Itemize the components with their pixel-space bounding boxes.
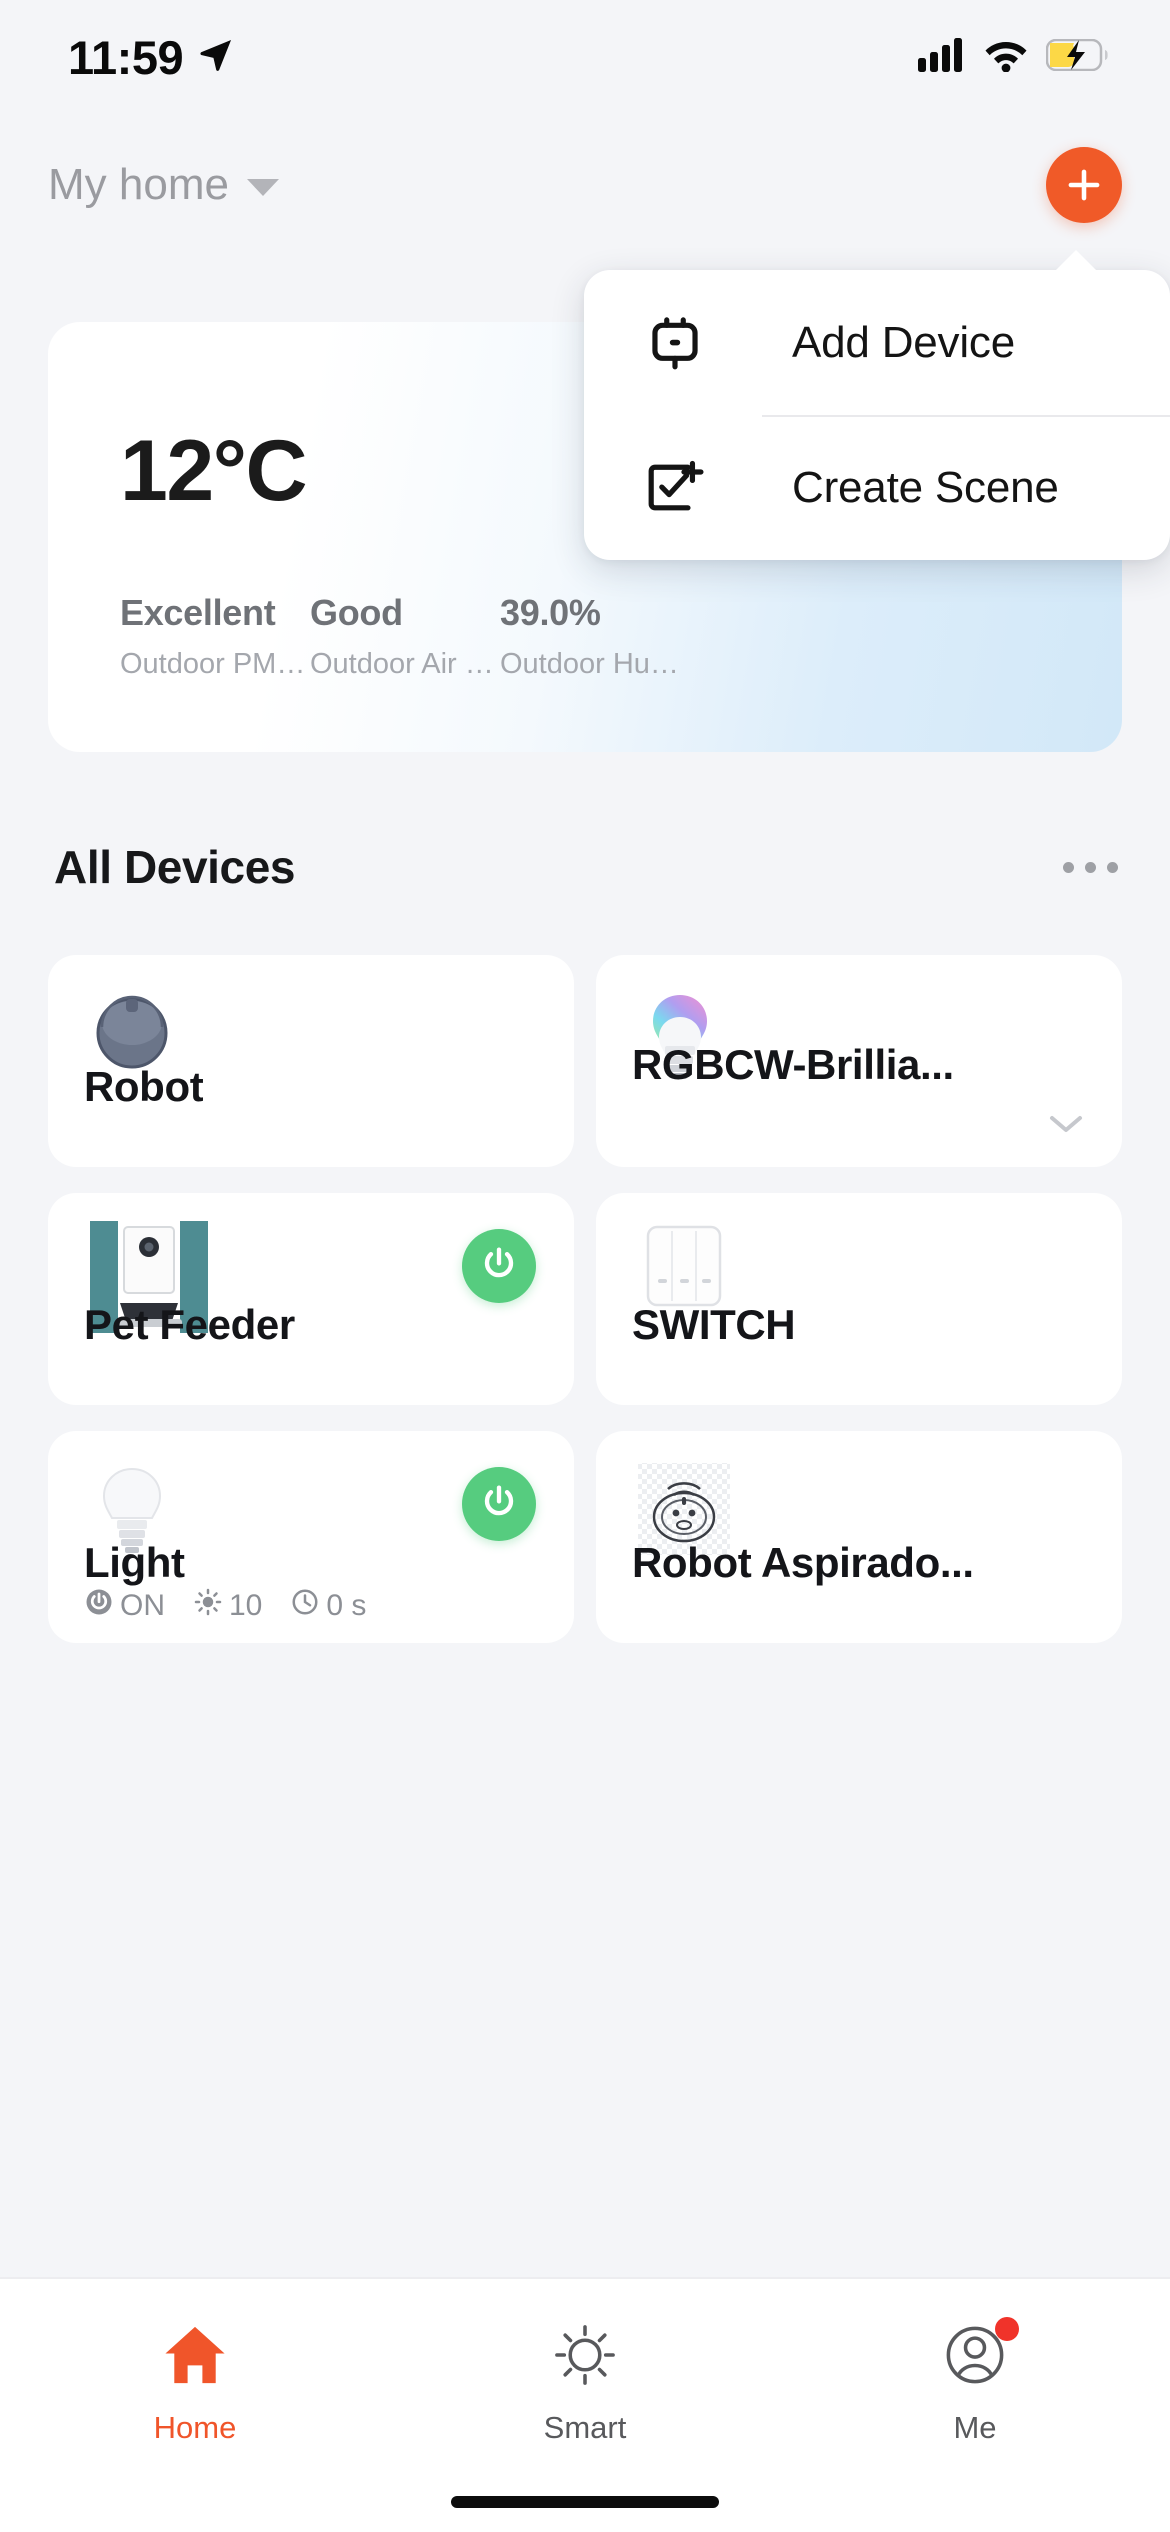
device-card-switch[interactable]: SWITCH xyxy=(596,1193,1122,1405)
weather-stat-label: Outdoor Humid... xyxy=(500,648,690,680)
status-brightness: 10 xyxy=(193,1587,262,1625)
weather-stat-value: 39.0% xyxy=(500,592,601,633)
devices-section-header: All Devices xyxy=(0,840,1170,894)
status-bar: 11:59 xyxy=(0,0,1170,115)
add-device-icon xyxy=(642,310,716,376)
device-grid: Robot RGBCW-Brillia... Pet Feeder SWITCH… xyxy=(48,955,1122,1643)
notification-badge xyxy=(995,2317,1019,2341)
status-bar-clock: 11:59 xyxy=(68,31,184,84)
menu-divider xyxy=(762,415,1170,417)
device-card-light[interactable]: Light ON 10 0 s xyxy=(48,1431,574,1643)
timer-icon xyxy=(290,1587,320,1625)
tab-label: Smart xyxy=(543,2410,627,2445)
weather-stat-label: Outdoor PM2.5 xyxy=(120,648,310,680)
status-brightness-text: 10 xyxy=(229,1589,263,1622)
device-name: Robot xyxy=(84,1063,204,1110)
device-name: SWITCH xyxy=(632,1301,796,1348)
device-name: Robot Aspirado... xyxy=(632,1539,974,1586)
menu-item-label: Create Scene xyxy=(792,462,1059,512)
wifi-icon xyxy=(983,38,1029,77)
more-horizontal-icon[interactable] xyxy=(1063,861,1118,873)
power-toggle-button[interactable] xyxy=(462,1229,536,1303)
device-name: Light xyxy=(84,1539,185,1586)
power-icon xyxy=(84,1587,114,1625)
chevron-down-icon xyxy=(246,178,279,196)
status-bar-time-group: 11:59 xyxy=(68,30,235,85)
weather-temperature: 12°C xyxy=(120,423,308,519)
tab-label: Home xyxy=(153,2410,237,2445)
home-name-label: My home xyxy=(48,160,229,209)
weather-stat-label: Outdoor Air Qu... xyxy=(310,648,500,680)
status-timer-text: 0 s xyxy=(326,1589,367,1622)
device-card-robot[interactable]: Robot xyxy=(48,955,574,1167)
home-icon xyxy=(159,2321,231,2394)
create-scene-icon xyxy=(642,455,716,521)
power-icon xyxy=(479,1244,519,1289)
device-card-rgbcw[interactable]: RGBCW-Brillia... xyxy=(596,955,1122,1167)
device-card-pet-feeder[interactable]: Pet Feeder xyxy=(48,1193,574,1405)
tab-home[interactable]: Home xyxy=(0,2321,390,2446)
plus-icon xyxy=(1063,164,1105,206)
menu-item-add-device[interactable]: Add Device xyxy=(584,270,1170,415)
weather-stat[interactable]: Excellent Outdoor PM2.5 xyxy=(120,592,310,681)
device-name: Pet Feeder xyxy=(84,1301,295,1348)
weather-stats-row: Excellent Outdoor PM2.5 Good Outdoor Air… xyxy=(120,592,1082,681)
weather-stat[interactable]: 39.0% Outdoor Humid... xyxy=(500,592,690,681)
page-title: All Devices xyxy=(54,841,296,893)
power-icon xyxy=(479,1482,519,1527)
tab-label: Me xyxy=(953,2410,997,2445)
bottom-tab-bar: Home Smart Me xyxy=(0,2277,1170,2532)
weather-stat-value: Excellent xyxy=(120,592,276,633)
add-button[interactable] xyxy=(1046,147,1122,223)
location-arrow-icon xyxy=(197,30,235,85)
device-card-robot-aspirador[interactable]: Robot Aspirado... xyxy=(596,1431,1122,1643)
app-header: My home xyxy=(0,140,1170,230)
battery-charging-icon xyxy=(1045,38,1108,76)
status-power-text: ON xyxy=(120,1589,165,1622)
status-power: ON xyxy=(84,1587,165,1625)
home-selector[interactable]: My home xyxy=(48,160,279,210)
status-timer: 0 s xyxy=(290,1587,366,1625)
add-menu-popup: Add Device Create Scene xyxy=(584,250,1170,560)
tab-me[interactable]: Me xyxy=(780,2317,1170,2446)
cellular-signal-icon xyxy=(918,38,966,77)
home-indicator xyxy=(451,2496,719,2508)
weather-stat[interactable]: Good Outdoor Air Qu... xyxy=(310,592,500,681)
menu-item-label: Add Device xyxy=(792,317,1016,367)
device-status-row: ON 10 0 s xyxy=(84,1587,366,1625)
power-toggle-button[interactable] xyxy=(462,1467,536,1541)
sun-icon xyxy=(549,2321,621,2394)
tab-smart[interactable]: Smart xyxy=(390,2321,780,2446)
menu-item-create-scene[interactable]: Create Scene xyxy=(584,415,1170,560)
device-name: RGBCW-Brillia... xyxy=(632,1041,954,1088)
status-bar-indicators xyxy=(918,38,1108,77)
brightness-icon xyxy=(193,1587,223,1625)
weather-stat-value: Good xyxy=(310,592,403,633)
popup-arrow xyxy=(1054,250,1098,272)
